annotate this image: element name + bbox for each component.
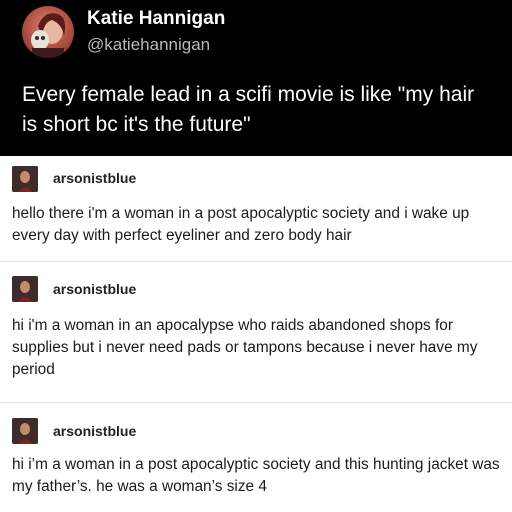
avatar-image [12, 166, 38, 192]
post-text: hi i'm a woman in an apocalypse who raid… [12, 317, 478, 378]
post-username[interactable]: arsonistblue [53, 170, 136, 186]
avatar[interactable] [12, 166, 38, 192]
reblog-post: arsonistblue hi i'm a woman in an apocal… [0, 262, 512, 402]
handle[interactable]: @katiehannigan [87, 35, 210, 55]
avatar-image [12, 418, 38, 444]
avatar[interactable] [22, 6, 74, 58]
avatar-image [12, 276, 38, 302]
post-username[interactable]: arsonistblue [53, 281, 136, 297]
avatar-image [31, 13, 66, 58]
tweet-text: Every female lead in a scifi movie is li… [22, 83, 475, 136]
tweet-card: Katie Hannigan @katiehannigan Every fema… [0, 0, 512, 156]
avatar[interactable] [12, 276, 38, 302]
avatar[interactable] [12, 418, 38, 444]
post-text: hi i’m a woman in a post apocalyptic soc… [12, 456, 500, 495]
display-name[interactable]: Katie Hannigan [87, 8, 225, 30]
reblog-post: arsonistblue hi i’m a woman in a post ap… [0, 403, 512, 512]
reblog-post: arsonistblue hello there i'm a woman in … [0, 156, 512, 261]
post-text: hello there i'm a woman in a post apocal… [12, 205, 470, 244]
post-username[interactable]: arsonistblue [53, 423, 136, 439]
